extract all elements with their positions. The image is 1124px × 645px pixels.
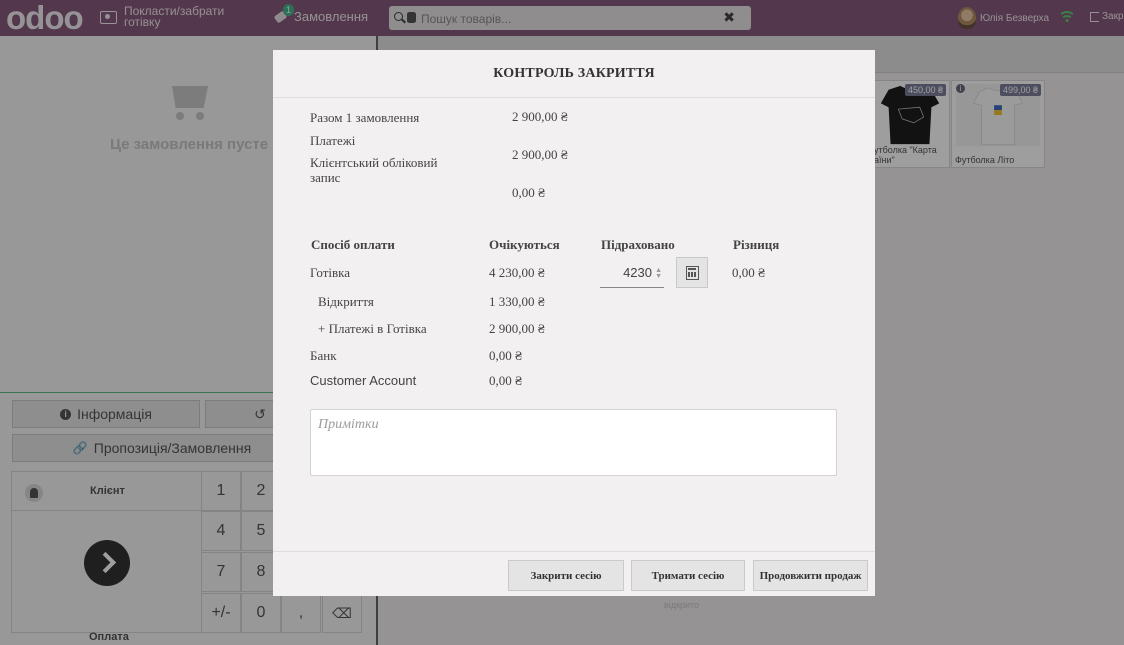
- keep-session-button[interactable]: Тримати сесію: [631, 560, 745, 591]
- cash-counted-input[interactable]: [610, 264, 654, 281]
- payment-method-cash: Готівка: [310, 265, 351, 280]
- cash-details-button[interactable]: [676, 257, 708, 288]
- close-session-button[interactable]: Закрити сесію: [508, 560, 624, 591]
- summary-extra-value: 0,00 ₴: [512, 185, 546, 200]
- cash-payments-label: + Платежі в Готівка: [318, 321, 427, 336]
- client-account-value: 2 900,00 ₴: [512, 147, 568, 162]
- col-header-difference: Різниця: [733, 237, 780, 252]
- cash-counted-field: ▲▼: [600, 258, 664, 288]
- col-header-counted: Підраховано: [601, 237, 675, 252]
- cash-difference-value: 0,00 ₴: [732, 265, 766, 280]
- calculator-icon: [686, 266, 699, 280]
- closing-notes-textarea[interactable]: [310, 409, 837, 476]
- col-header-payment-method: Спосіб оплати: [311, 237, 395, 252]
- dialog-header: КОНТРОЛЬ ЗАКРИТТЯ: [273, 50, 875, 98]
- col-header-expected: Очікуються: [489, 237, 560, 252]
- client-account-label: Клієнтський обліковий запис: [310, 155, 438, 185]
- customer-account-expected-value: 0,00 ₴: [489, 373, 523, 388]
- total-orders-label: Разом 1 замовлення: [310, 110, 420, 125]
- stepper-arrows-icon[interactable]: ▲ ▼: [655, 267, 662, 280]
- cash-expected-value: 4 230,00 ₴: [489, 265, 545, 280]
- payments-label: Платежі: [310, 133, 356, 148]
- cash-opening-value: 1 330,00 ₴: [489, 294, 545, 309]
- bank-expected-value: 0,00 ₴: [489, 348, 523, 363]
- cash-payments-value: 2 900,00 ₴: [489, 321, 545, 336]
- closing-control-dialog: КОНТРОЛЬ ЗАКРИТТЯ Разом 1 замовлення 2 9…: [273, 50, 875, 596]
- total-orders-value: 2 900,00 ₴: [512, 109, 568, 124]
- payment-method-customer-account: Customer Account: [310, 373, 417, 388]
- continue-selling-button[interactable]: Продовжити продаж: [753, 560, 868, 591]
- payment-method-bank: Банк: [310, 348, 337, 363]
- cash-opening-label: Відкриття: [318, 294, 374, 309]
- dialog-footer: Закрити сесію Тримати сесію Продовжити п…: [273, 551, 875, 597]
- dialog-title: КОНТРОЛЬ ЗАКРИТТЯ: [493, 66, 655, 81]
